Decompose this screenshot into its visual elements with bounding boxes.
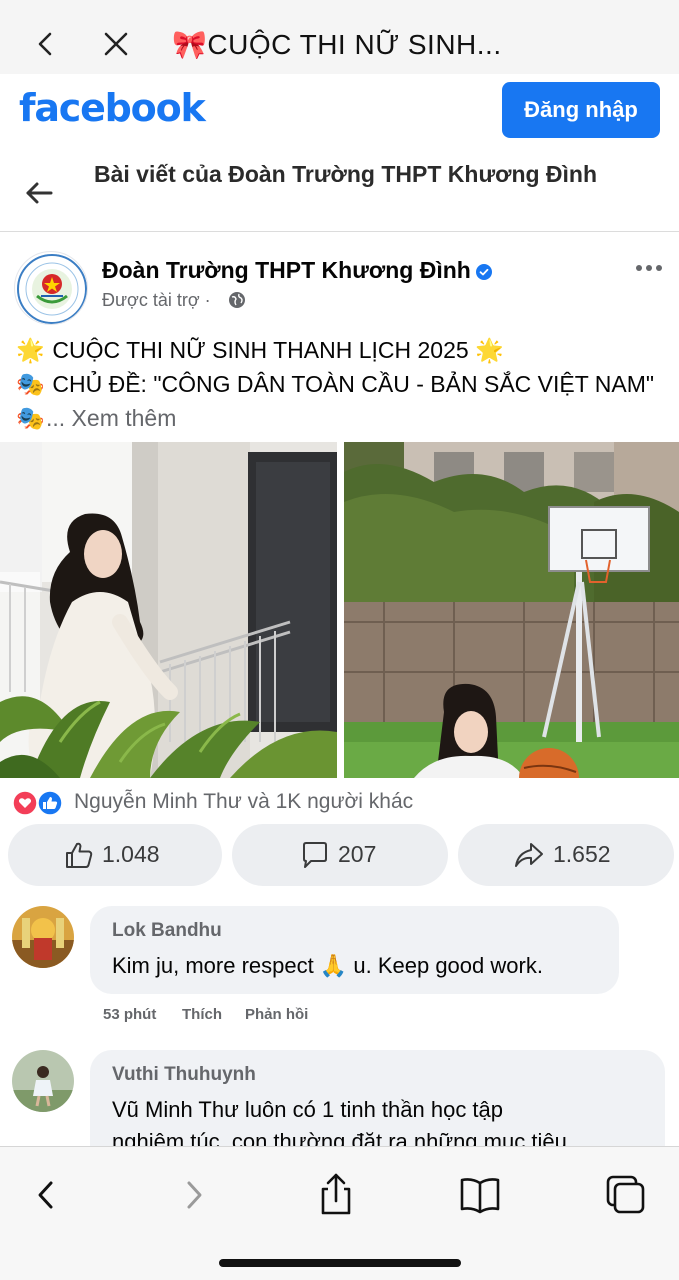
comment-text-part: Kim ju, more respect — [112, 953, 320, 978]
page-title: Bài viết của Đoàn Trường THPT Khương Đìn… — [94, 161, 598, 187]
facebook-header: facebook Đăng nhập — [0, 74, 679, 152]
love-icon — [12, 790, 38, 816]
star-emoji: 🌟 — [16, 338, 45, 364]
reactions-text: Nguyễn Minh Thư và 1K người khác — [74, 790, 414, 813]
verified-badge-icon — [476, 264, 492, 280]
comment-button[interactable]: 207 — [232, 824, 448, 886]
comment-avatar[interactable] — [12, 1050, 74, 1112]
comment-author[interactable]: Vuthi Thuhuynh — [112, 1064, 256, 1086]
see-more-link[interactable]: ... Xem thêm — [46, 405, 176, 431]
post-line-more[interactable]: 🎭... Xem thêm — [16, 402, 676, 436]
comment-bubble[interactable]: Lok Bandhu Kim ju, more respect 🙏 u. Kee… — [90, 906, 619, 994]
browser-top-bar: 🎀CUỘC THI NỮ SINH... — [0, 0, 679, 74]
like-icon — [37, 790, 63, 816]
comment-author[interactable]: Lok Bandhu — [112, 920, 222, 942]
home-indicator — [219, 1259, 461, 1267]
page-avatar[interactable] — [14, 251, 88, 325]
comment-count: 207 — [338, 841, 377, 867]
ribbon-emoji: 🎀 — [172, 29, 208, 60]
back-icon[interactable] — [22, 1171, 70, 1219]
post-text: 🌟 CUỘC THI NỮ SINH THANH LỊCH 2025 🌟 🎭 C… — [16, 334, 676, 436]
tabs-icon[interactable] — [602, 1171, 650, 1219]
comment-text: Kim ju, more respect 🙏 u. Keep good work… — [112, 950, 543, 982]
comment-avatar[interactable] — [12, 906, 74, 968]
youth-union-logo-icon — [17, 254, 87, 324]
bookmarks-icon[interactable] — [456, 1171, 504, 1219]
praying-hands-emoji: 🙏 — [319, 953, 348, 978]
reaction-icons — [12, 790, 63, 816]
facebook-logo[interactable]: facebook — [19, 86, 206, 130]
close-icon[interactable] — [94, 22, 138, 66]
like-count: 1.048 — [102, 841, 160, 867]
comment-reply-link[interactable]: Phản hồi — [245, 1006, 308, 1023]
comment-text-part: u. Keep good work. — [347, 953, 543, 978]
post-line-theme: 🎭 CHỦ ĐỀ: "CÔNG DÂN TOÀN CẦU - BẢN SẮC V… — [16, 368, 676, 402]
share-icon[interactable] — [312, 1171, 360, 1219]
post-page-name[interactable]: Đoàn Trường THPT Khương Đình — [102, 257, 471, 284]
more-options-icon[interactable] — [632, 258, 666, 278]
post-line-title-text: CUỘC THI NỮ SINH THANH LỊCH 2025 — [46, 337, 476, 363]
masks-emoji: 🎭 — [16, 406, 45, 432]
login-button[interactable]: Đăng nhập — [502, 82, 660, 138]
post-line-title: 🌟 CUỘC THI NỮ SINH THANH LỊCH 2025 🌟 — [16, 334, 676, 368]
page-nav: Bài viết của Đoàn Trường THPT Khương Đìn… — [0, 152, 679, 232]
share-count: 1.652 — [553, 841, 611, 867]
comment-text-line: Vũ Minh Thư luôn có 1 tinh thần học tập — [112, 1097, 504, 1122]
globe-icon — [229, 292, 245, 308]
post-line-theme-text: CHỦ ĐỀ: "CÔNG DÂN TOÀN CẦU - BẢN SẮC VIỆ… — [46, 371, 655, 397]
masks-emoji: 🎭 — [16, 372, 45, 398]
thumbs-up-icon — [66, 842, 93, 868]
arrow-left-icon[interactable] — [22, 176, 56, 210]
tab-title: 🎀CUỘC THI NỮ SINH... — [172, 28, 502, 61]
forward-icon[interactable] — [170, 1171, 218, 1219]
share-arrow-icon — [515, 843, 543, 867]
comment-icon — [303, 842, 327, 868]
post-photo-1[interactable] — [0, 442, 337, 778]
star-emoji: 🌟 — [475, 338, 504, 364]
sponsored-label: Được tài trợ · — [102, 290, 211, 310]
share-button[interactable]: 1.652 — [458, 824, 674, 886]
comment-like-link[interactable]: Thích — [182, 1006, 222, 1023]
like-button[interactable]: 1.048 — [8, 824, 222, 886]
tab-title-text: CUỘC THI NỮ SINH... — [207, 29, 502, 60]
comment-time: 53 phút — [103, 1006, 157, 1023]
post-photo-2[interactable] — [344, 442, 679, 778]
chevron-left-icon[interactable] — [24, 22, 68, 66]
